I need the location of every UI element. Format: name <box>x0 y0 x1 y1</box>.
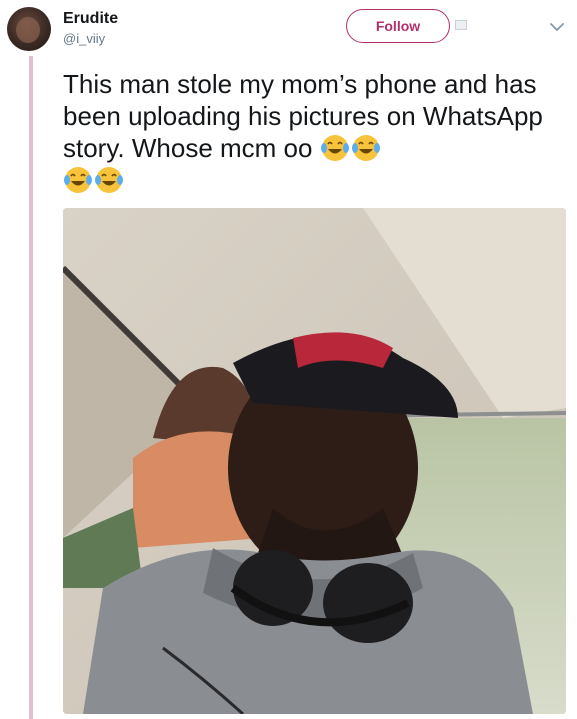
face-with-tears-of-joy-icon <box>95 167 123 193</box>
tweet-photo[interactable] <box>63 208 566 714</box>
tweet-photo-image <box>63 208 566 714</box>
chevron-down-icon[interactable] <box>550 22 564 32</box>
follow-status-icon <box>455 20 467 30</box>
face-with-tears-of-joy-icon <box>320 135 349 161</box>
avatar[interactable] <box>7 7 51 51</box>
display-name[interactable]: Erudite <box>63 10 118 28</box>
tweet-text-body: This man stole my mom’s phone and has be… <box>63 69 543 163</box>
follow-button[interactable]: Follow <box>346 9 450 43</box>
face-with-tears-of-joy-icon <box>64 167 92 193</box>
face-with-tears-of-joy-icon <box>351 135 380 161</box>
thread-line <box>29 56 33 719</box>
tweet-text: This man stole my mom’s phone and has be… <box>63 68 563 196</box>
user-handle[interactable]: @i_viiy <box>63 31 105 46</box>
